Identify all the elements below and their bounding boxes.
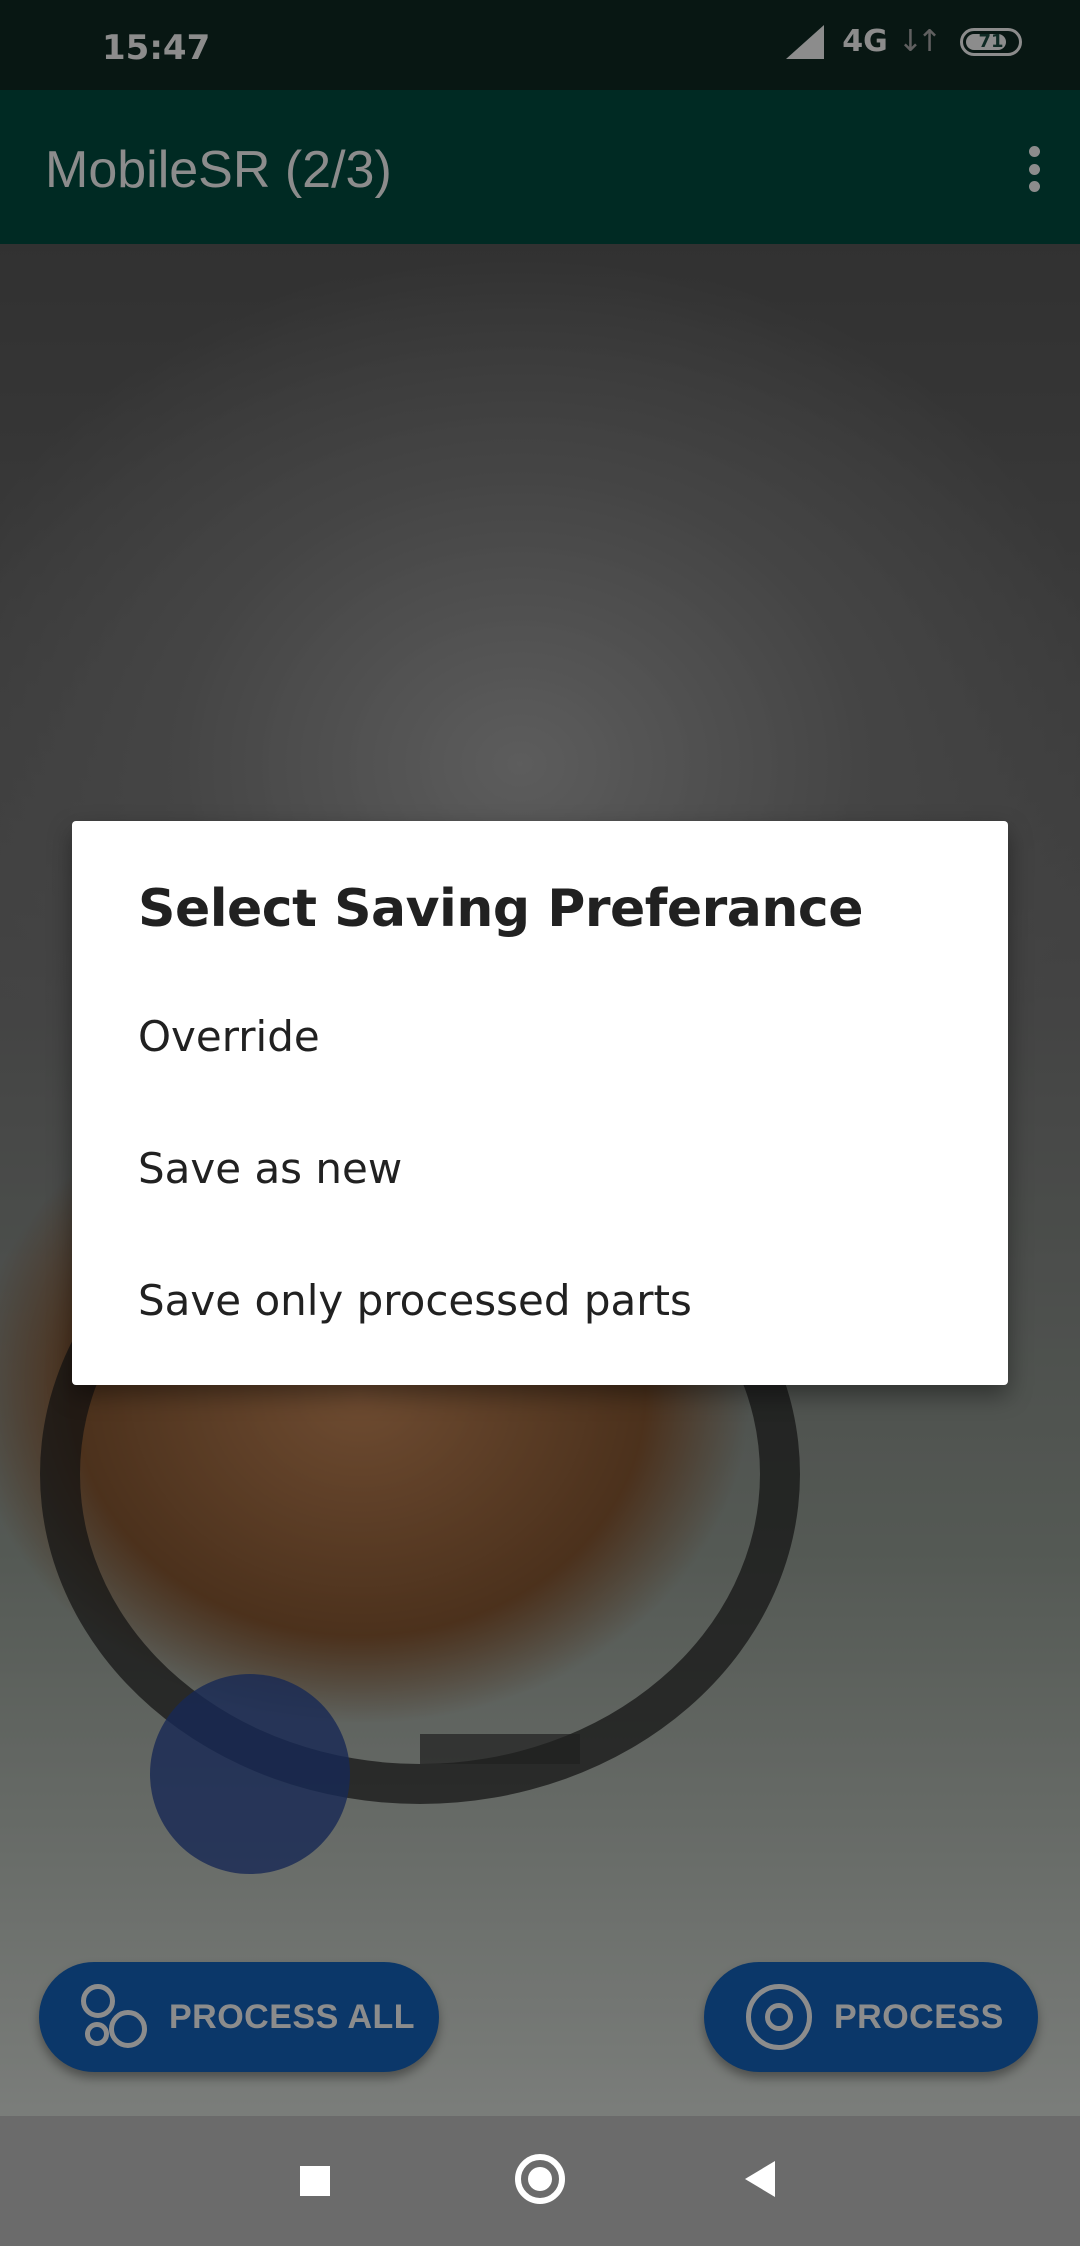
battery-level: 71 [978, 31, 1004, 52]
home-icon[interactable] [515, 2154, 565, 2204]
recents-icon[interactable] [300, 2166, 330, 2196]
option-override[interactable]: Override [72, 970, 1008, 1102]
option-save-as-new[interactable]: Save as new [72, 1102, 1008, 1234]
dialog-title: Select Saving Preferance [138, 879, 863, 939]
system-nav-bar [0, 2116, 1080, 2246]
option-save-processed-parts[interactable]: Save only processed parts [72, 1234, 1008, 1366]
saving-preference-dialog: Select Saving Preferance Override Save a… [72, 821, 1008, 1385]
back-icon[interactable] [745, 2161, 775, 2197]
